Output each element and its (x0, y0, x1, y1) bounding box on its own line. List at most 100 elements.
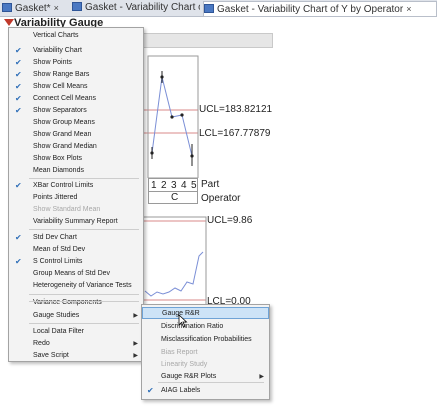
menu-item[interactable]: Show Grand Median (9, 141, 143, 153)
menu-item-label: Std Dev Chart (33, 234, 77, 241)
menu-item-label: Show Separators (33, 107, 87, 114)
menu-item[interactable]: Points Jittered (9, 192, 143, 204)
menu-item-label: S Control Limits (33, 258, 83, 265)
menu-item-label: Redo (33, 340, 50, 347)
menu-item-label: Mean of Std Dev (33, 246, 86, 253)
menu-item[interactable]: Mean of Std Dev (9, 244, 143, 256)
menu-separator (29, 178, 139, 179)
part-tick: 5 (191, 180, 197, 191)
menu-item-label: Connect Cell Means (33, 95, 97, 102)
menu-separator (29, 294, 139, 295)
operator-value: C (171, 192, 179, 203)
submenu-item-label: Linearity Study (161, 361, 208, 368)
submenu-item[interactable]: Discrimination Ratio (142, 321, 269, 333)
menu-item-label: Show Group Means (33, 119, 95, 126)
menu-item[interactable]: ✔ Show Cell Means (9, 81, 143, 93)
close-icon[interactable]: × (54, 3, 59, 13)
menu-item[interactable]: ✔ Connect Cell Means (9, 93, 143, 105)
menu-item-label: Variance Components (33, 299, 102, 306)
std-dev-line (144, 251, 204, 297)
part-axis: 1 2 3 4 5 (148, 178, 198, 192)
lcl-label: LCL=167.77879 (199, 128, 271, 139)
menu-item[interactable]: Show Group Means (9, 117, 143, 129)
tab-label: Gasket* (15, 3, 51, 14)
tab-variability-chart[interactable]: Gasket - Variability Chart of Y (72, 1, 200, 15)
menu-item-label: Heterogeneity of Variance Tests (33, 282, 132, 289)
menu-item[interactable]: ✔ Std Dev Chart (9, 232, 143, 244)
tab-label: Gasket - Variability Chart of Y by Opera… (217, 4, 404, 15)
close-icon[interactable]: × (406, 4, 411, 14)
operator-axis-label: Operator (201, 193, 241, 204)
menu-item[interactable]: ✔ XBar Control Limits (9, 180, 143, 192)
part-tick: 2 (161, 180, 167, 191)
submenu-item: Bias Report (142, 347, 269, 359)
data-table-icon (2, 3, 12, 12)
menu-item[interactable]: Group Means of Std Dev (9, 268, 143, 280)
menu-item-label: Show Standard Mean (33, 206, 101, 213)
menu-item-label: Group Means of Std Dev (33, 270, 111, 277)
menu-item[interactable]: ✔ Show Range Bars (9, 69, 143, 81)
menu-item-label: Save Script (33, 352, 69, 359)
menu-item[interactable]: Heterogeneity of Variance Tests (9, 280, 143, 292)
gauge-studies-submenu: Gauge R&R Discrimination Ratio Misclassifi… (141, 304, 270, 400)
submenu-item-label: Discrimination Ratio (161, 323, 224, 330)
menu-item-label: Show Cell Means (33, 83, 88, 90)
checkmark-icon: ✔ (15, 70, 22, 79)
checkmark-icon: ✔ (15, 257, 22, 266)
data-point (150, 151, 154, 155)
menu-item[interactable]: ✔ Variability Chart (9, 45, 143, 57)
menu-item[interactable]: ✔ Show Separators (9, 105, 143, 117)
submenu-arrow-icon: ▶ (133, 353, 138, 359)
checkmark-icon: ✔ (15, 82, 22, 91)
menu-item[interactable]: ✔ S Control Limits (9, 256, 143, 268)
menu-item[interactable]: Show Grand Mean (9, 129, 143, 141)
submenu-item-label: Misclassification Probabilities (161, 336, 252, 343)
menu-separator (29, 301, 139, 302)
menu-item[interactable]: Local Data Filter (9, 326, 143, 338)
menu-item-label: Vertical Charts (33, 32, 79, 39)
submenu-item[interactable]: Gauge R&R (142, 307, 269, 319)
submenu-item[interactable]: Misclassification Probabilities (142, 334, 269, 346)
data-point (160, 75, 164, 79)
part-axis-label: Part (201, 179, 220, 190)
data-point (180, 113, 184, 117)
tab-gasket[interactable]: Gasket* × (2, 1, 68, 15)
part-tick: 3 (171, 180, 177, 191)
report-icon (204, 4, 214, 13)
menu-item[interactable]: Redo ▶ (9, 338, 143, 350)
submenu-arrow-icon: ▶ (133, 313, 138, 319)
red-triangle-menu-icon[interactable] (4, 19, 14, 26)
menu-separator (29, 323, 139, 324)
menu-item[interactable]: Show Box Plots (9, 153, 143, 165)
ucl-label: UCL=183.82121 (199, 104, 273, 115)
menu-item-label: Mean Diamonds (33, 167, 84, 174)
menu-item-label: Gauge Studies (33, 312, 80, 319)
std-ucl-label: UCL=9.86 (207, 215, 253, 226)
checkmark-icon: ✔ (15, 181, 22, 190)
tab-label: Gasket - Variability Chart of Y (85, 2, 200, 13)
tab-variability-chart-by-operator[interactable]: Gasket - Variability Chart of Y by Opera… (203, 1, 437, 16)
checkmark-icon: ✔ (15, 46, 22, 55)
menu-item[interactable]: ✔ Show Points (9, 57, 143, 69)
submenu-item[interactable]: ✔ AIAG Labels (142, 385, 269, 397)
menu-item[interactable]: Variability Summary Report (9, 216, 143, 228)
checkmark-icon: ✔ (15, 94, 22, 103)
menu-item-label: Show Grand Mean (33, 131, 92, 138)
menu-item[interactable]: Vertical Charts (9, 30, 143, 42)
menu-item[interactable]: Variance Components (9, 297, 143, 309)
submenu-item: Linearity Study (142, 359, 269, 371)
data-point (170, 115, 174, 119)
submenu-item-label: Bias Report (161, 349, 198, 356)
menu-item: Show Standard Mean (9, 204, 143, 216)
submenu-arrow-icon: ▶ (133, 341, 138, 347)
menu-item[interactable]: Save Script ▶ (9, 350, 143, 362)
menu-item[interactable]: Mean Diamonds (9, 165, 143, 177)
menu-item-label: Variability Chart (33, 47, 82, 54)
checkmark-icon: ✔ (15, 233, 22, 242)
checkmark-icon: ✔ (15, 106, 22, 115)
plot-frame (143, 216, 207, 306)
menu-item[interactable]: Gauge Studies ▶ (9, 310, 143, 322)
submenu-item-label: AIAG Labels (161, 387, 201, 394)
operator-axis: C (148, 192, 198, 204)
report-icon (72, 2, 82, 11)
